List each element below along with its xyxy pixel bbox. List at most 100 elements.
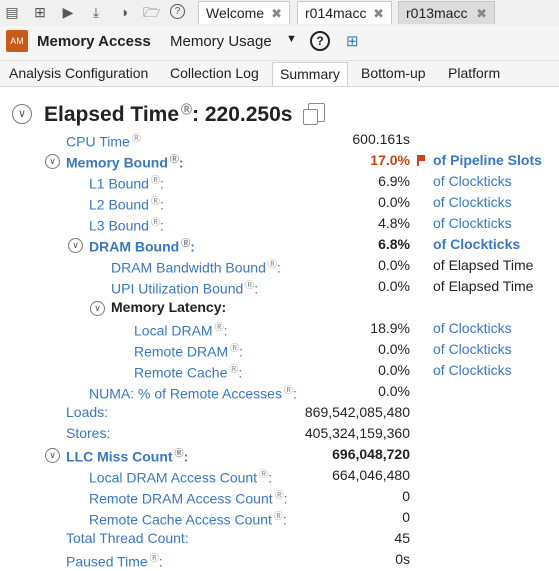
metric-label[interactable]: Remote DRAM Access Count Ⓡ:: [89, 488, 288, 507]
chevron-down-icon[interactable]: ∨: [68, 238, 83, 253]
metric-row-local-dram-access-count: Local DRAM Access Count Ⓡ: 664,046,480: [0, 466, 559, 487]
metric-value: 0.0%: [378, 194, 410, 210]
close-icon[interactable]: ✖: [271, 2, 282, 25]
tab-platform[interactable]: Platform: [448, 65, 500, 81]
metric-label[interactable]: Remote DRAM Ⓡ:: [134, 341, 243, 360]
help-icon[interactable]: Ⓡ: [215, 320, 224, 333]
metric-row-llc-miss-count: ∨ LLC Miss Count Ⓡ: 696,048,720: [0, 445, 559, 466]
help-icon[interactable]: Ⓡ: [132, 131, 141, 144]
chevron-down-icon[interactable]: ∨: [45, 154, 60, 169]
flag-icon: [417, 155, 425, 166]
compare-icon[interactable]: ◑: [116, 3, 132, 21]
tab-r013macc[interactable]: r013macc ✖: [398, 1, 495, 24]
help-icon[interactable]: Ⓡ: [245, 278, 254, 291]
toolbar: ▤ ⊞ ▶ ⤓ ◑ 🗁 ? Welcome ✖ r014macc ✖ r013m…: [0, 0, 559, 26]
metric-unit[interactable]: of Clockticks: [433, 236, 520, 252]
metric-value: 664,046,480: [332, 467, 410, 483]
analysis-header: AM Memory Access Memory Usage ▼ ? ⊞: [0, 26, 559, 61]
help-icon[interactable]: ?: [170, 4, 185, 19]
run-icon[interactable]: ▤: [4, 3, 20, 21]
metric-unit[interactable]: of Clockticks: [433, 320, 512, 336]
chevron-down-icon[interactable]: ∨: [12, 104, 32, 124]
help-icon[interactable]: Ⓡ: [259, 467, 268, 480]
metric-label[interactable]: DRAM Bandwidth Bound Ⓡ:: [111, 257, 281, 276]
metric-row-total-thread-count: Total Thread Count: 45: [0, 529, 559, 550]
tab-collection-log[interactable]: Collection Log: [170, 65, 259, 81]
elapsed-time-label: Elapsed Time: [44, 103, 180, 126]
metric-label: Memory Latency:: [111, 299, 227, 315]
metric-label[interactable]: L1 Bound Ⓡ:: [89, 173, 164, 192]
metric-label[interactable]: UPI Utilization Bound Ⓡ:: [111, 278, 258, 297]
metric-unit[interactable]: of Pipeline Slots: [433, 152, 542, 168]
help-icon[interactable]: Ⓡ: [268, 257, 277, 270]
copy-icon[interactable]: [303, 103, 325, 125]
metric-row-remote-dram: Remote DRAM Ⓡ: 0.0% of Clockticks: [0, 340, 559, 361]
metric-row-numa-remote-accesses: NUMA: % of Remote Accesses Ⓡ: 0.0%: [0, 382, 559, 403]
tab-r014macc[interactable]: r014macc ✖: [297, 1, 392, 24]
help-icon[interactable]: Ⓡ: [151, 173, 160, 186]
metric-label[interactable]: NUMA: % of Remote Accesses Ⓡ:: [89, 383, 297, 402]
elapsed-time-heading: Elapsed Time Ⓡ: 220.250s: [44, 101, 292, 127]
help-icon[interactable]: Ⓡ: [150, 551, 159, 564]
metric-label[interactable]: L3 Bound Ⓡ:: [89, 215, 164, 234]
help-icon[interactable]: Ⓡ: [229, 362, 238, 375]
help-icon[interactable]: Ⓡ: [181, 101, 192, 117]
metric-label[interactable]: Remote Cache Access Count Ⓡ:: [89, 509, 287, 528]
close-icon[interactable]: ✖: [373, 2, 384, 25]
add-icon[interactable]: ⊞: [32, 3, 48, 21]
chevron-down-icon[interactable]: ∨: [90, 301, 105, 316]
help-icon[interactable]: Ⓡ: [151, 194, 160, 207]
metric-unit[interactable]: of Clockticks: [433, 194, 512, 210]
metric-row-remote-dram-access-count: Remote DRAM Access Count Ⓡ: 0: [0, 487, 559, 508]
metric-label[interactable]: LLC Miss Count Ⓡ:: [66, 446, 188, 465]
help-icon[interactable]: ?: [310, 31, 330, 51]
download-icon[interactable]: ⤓: [88, 3, 104, 21]
metric-row-cpu-time: CPU Time Ⓡ 600.161s: [0, 130, 559, 151]
metric-row-loads: Loads: 869,542,085,480: [0, 403, 559, 424]
analysis-type-select[interactable]: Memory Usage: [170, 33, 272, 50]
metric-label[interactable]: Local DRAM Access Count Ⓡ:: [89, 467, 272, 486]
help-icon[interactable]: Ⓡ: [170, 152, 179, 165]
metric-row-memory-latency: ∨ Memory Latency:: [0, 298, 559, 319]
metric-unit: of Elapsed Time: [433, 278, 534, 294]
help-icon[interactable]: Ⓡ: [274, 509, 283, 522]
chevron-down-icon[interactable]: ▼: [286, 33, 297, 45]
help-icon[interactable]: Ⓡ: [151, 215, 160, 228]
metric-row-remote-cache: Remote Cache Ⓡ: 0.0% of Clockticks: [0, 361, 559, 382]
metric-value: 0.0%: [378, 362, 410, 378]
metric-label[interactable]: Loads:: [66, 404, 108, 420]
metric-label[interactable]: Paused Time Ⓡ:: [66, 551, 163, 570]
metric-value: 696,048,720: [332, 446, 410, 462]
help-icon[interactable]: Ⓡ: [284, 383, 293, 396]
help-icon[interactable]: Ⓡ: [181, 236, 190, 249]
metric-unit: of Elapsed Time: [433, 257, 534, 273]
tab-summary[interactable]: Summary: [272, 62, 348, 86]
metric-row-stores: Stores: 405,324,159,360: [0, 424, 559, 445]
metric-label[interactable]: Stores:: [66, 425, 110, 441]
metric-label[interactable]: CPU Time Ⓡ: [66, 131, 141, 150]
metric-unit[interactable]: of Clockticks: [433, 341, 512, 357]
help-icon[interactable]: Ⓡ: [275, 488, 284, 501]
metric-label[interactable]: Local DRAM Ⓡ:: [134, 320, 228, 339]
play-icon[interactable]: ▶: [60, 3, 76, 21]
metric-label[interactable]: DRAM Bound Ⓡ:: [89, 236, 195, 255]
metric-label[interactable]: Memory Bound Ⓡ:: [66, 152, 184, 171]
tab-bottom-up[interactable]: Bottom-up: [361, 65, 426, 81]
close-icon[interactable]: ✖: [476, 2, 487, 25]
help-icon[interactable]: Ⓡ: [230, 341, 239, 354]
metric-unit[interactable]: of Clockticks: [433, 215, 512, 231]
metric-value: 0.0%: [378, 341, 410, 357]
chevron-down-icon[interactable]: ∨: [45, 448, 60, 463]
metric-value: 869,542,085,480: [304, 404, 410, 420]
metric-label[interactable]: Total Thread Count:: [66, 530, 189, 546]
metric-unit[interactable]: of Clockticks: [433, 173, 512, 189]
compare-results-icon[interactable]: ⊞: [346, 32, 359, 50]
metric-label[interactable]: Remote Cache Ⓡ:: [134, 362, 242, 381]
help-icon[interactable]: Ⓡ: [175, 446, 184, 459]
tab-welcome[interactable]: Welcome ✖: [198, 1, 290, 24]
metric-unit[interactable]: of Clockticks: [433, 362, 512, 378]
tab-analysis-configuration[interactable]: Analysis Configuration: [9, 65, 148, 81]
metric-label[interactable]: L2 Bound Ⓡ:: [89, 194, 164, 213]
metric-row-l3-bound: L3 Bound Ⓡ: 4.8% of Clockticks: [0, 214, 559, 235]
open-icon[interactable]: 🗁: [143, 3, 160, 21]
